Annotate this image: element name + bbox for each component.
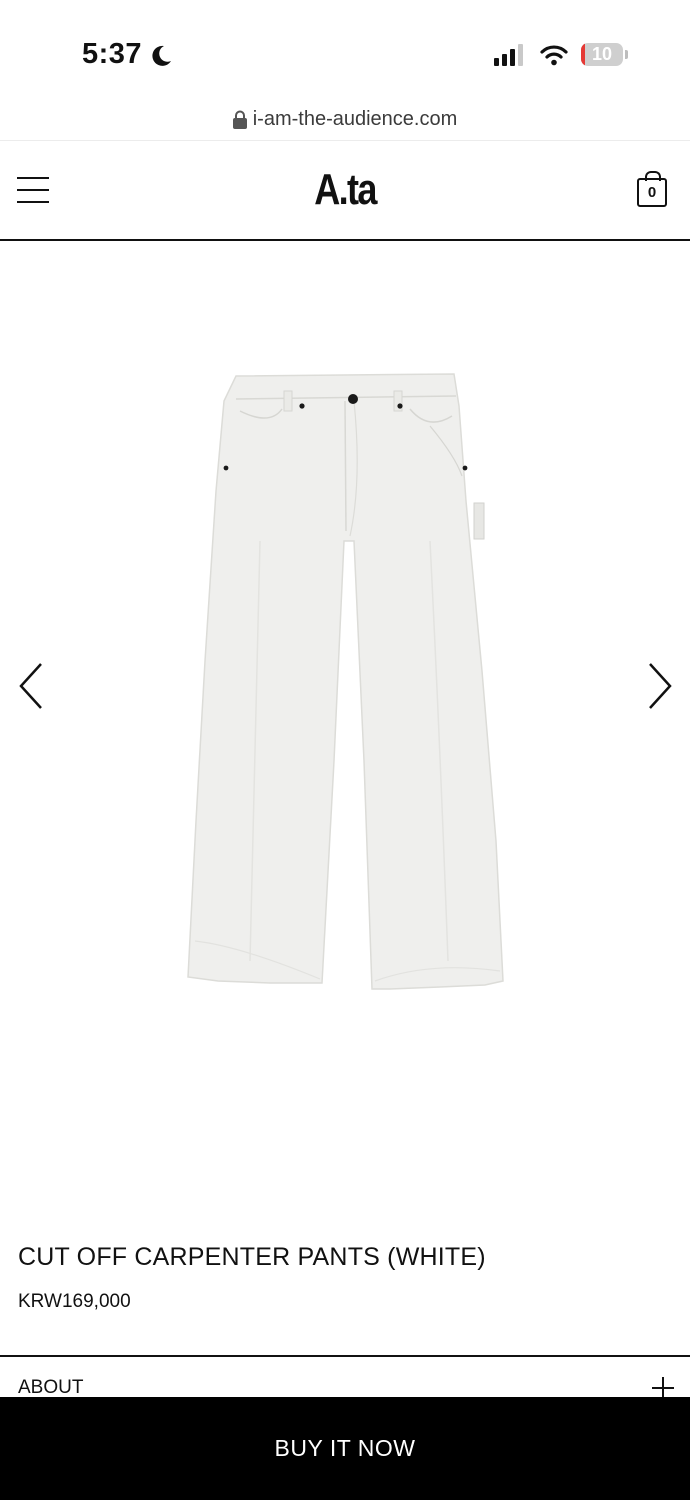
wifi-icon [540, 45, 568, 66]
browser-url-bar[interactable]: i-am-the-audience.com [0, 100, 690, 141]
url-text[interactable]: i-am-the-audience.com [253, 108, 458, 130]
site-logo[interactable]: A.ta [62, 165, 628, 215]
plus-icon[interactable] [652, 1377, 674, 1399]
product-gallery [0, 241, 690, 1221]
cart-count: 0 [637, 178, 667, 207]
next-image-arrow-icon[interactable] [645, 661, 675, 711]
moon-icon [152, 45, 171, 66]
product-title: CUT OFF CARPENTER PANTS (WHITE) [18, 1243, 486, 1271]
cellular-signal-icon [494, 44, 523, 66]
buy-it-now-label: BUY IT NOW [274, 1435, 416, 1461]
product-price: KRW169,000 [18, 1291, 131, 1312]
site-header: A.ta 0 [0, 141, 690, 241]
shopping-bag-icon[interactable]: 0 [636, 171, 668, 207]
battery-icon: 10 [581, 43, 629, 68]
status-bar: 5:37 10 [0, 0, 690, 100]
status-time: 5:37 [82, 38, 143, 70]
battery-level: 10 [591, 44, 613, 64]
lock-icon [232, 110, 247, 130]
hamburger-menu-icon[interactable] [17, 175, 49, 205]
about-accordion[interactable]: ABOUT [0, 1355, 690, 1399]
about-label: ABOUT [18, 1377, 84, 1398]
product-image [187, 373, 504, 990]
buy-it-now-button[interactable]: BUY IT NOW [0, 1397, 690, 1500]
previous-image-arrow-icon[interactable] [16, 661, 46, 711]
